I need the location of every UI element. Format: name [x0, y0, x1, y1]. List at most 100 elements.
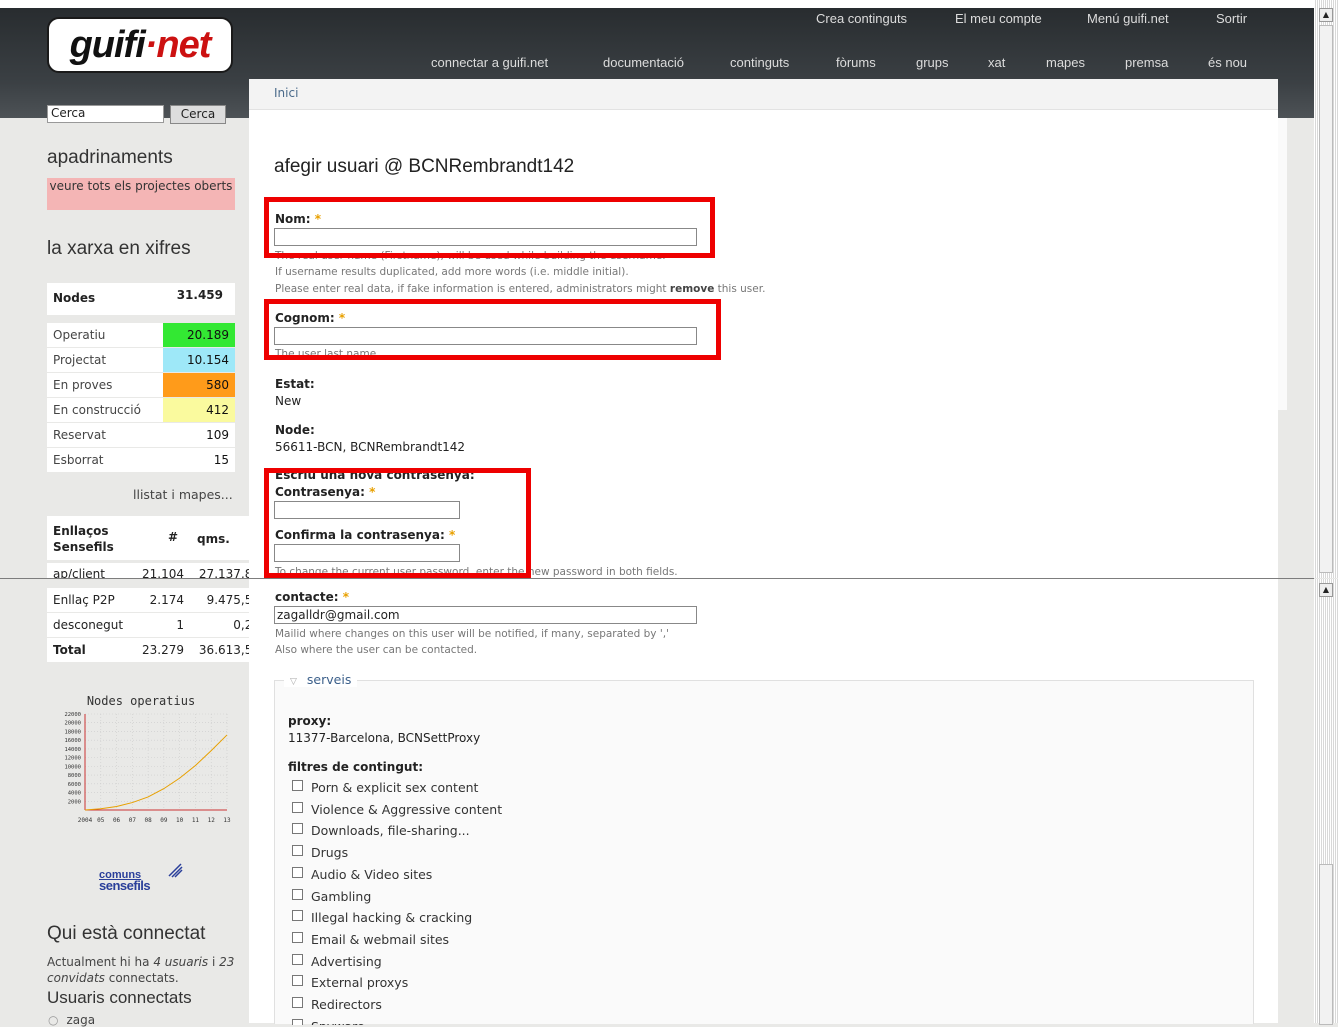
serveis-legend[interactable]: ▽ serveis	[284, 672, 358, 687]
checkbox-icon[interactable]	[292, 953, 303, 965]
xarxa-heading: la xarxa en xifres	[47, 238, 191, 259]
filter-checkbox[interactable]: Audio & Video sites	[292, 866, 432, 882]
checkbox-icon[interactable]	[292, 801, 303, 813]
nav-mapes[interactable]: mapes	[1046, 55, 1085, 70]
panel-edge	[1278, 118, 1287, 410]
filter-checkbox[interactable]: Porn & explicit sex content	[292, 780, 478, 795]
filter-label: External proxys	[311, 975, 409, 991]
filter-checkbox[interactable]: External proxys	[292, 975, 408, 990]
checkbox-icon[interactable]	[292, 780, 303, 791]
scrollbar-top[interactable]: ▲	[1314, 0, 1338, 578]
search-input[interactable]: Cerca	[47, 105, 164, 123]
links-row: Enllaç P2P 2.174 9.475,50	[47, 588, 262, 612]
filter-checkbox[interactable]: Downloads, file-sharing...	[292, 823, 470, 838]
connected-text-1: Actualment hi ha	[47, 955, 154, 969]
filtres-label: filtres de contingut:	[288, 760, 423, 774]
guifi-logo[interactable]: guifi·net	[47, 17, 233, 73]
chart-title: Nodes operatius	[86, 694, 196, 708]
node-stat-label: Esborrat	[53, 453, 104, 467]
nav-connectar[interactable]: connectar a guifi.net	[431, 55, 548, 70]
required-mark: *	[342, 590, 349, 604]
filter-checkbox[interactable]: Illegal hacking & cracking	[292, 910, 472, 925]
nom-help-3a: Please enter real data, if fake informat…	[275, 283, 670, 295]
chart-series-line	[84, 734, 228, 811]
checkbox-icon[interactable]	[292, 845, 303, 857]
filter-label: Illegal hacking & cracking	[311, 910, 473, 926]
checkbox-icon[interactable]	[292, 931, 303, 943]
serveis-legend-text: serveis	[306, 672, 352, 687]
links-row-count: 23.279	[142, 643, 184, 657]
scroll-thumb-top[interactable]	[1319, 25, 1333, 573]
filter-label: Violence & Aggressive content	[311, 801, 503, 817]
links-header: Enllaços Sensefils # qms.	[47, 516, 262, 560]
proxy-label: proxy:	[288, 714, 332, 728]
search-button[interactable]: Cerca	[170, 105, 226, 124]
links-header-label: Enllaços Sensefils	[53, 524, 114, 554]
scroll-thumb-bottom[interactable]	[1319, 864, 1333, 1025]
breadcrumb-inici[interactable]: Inici	[274, 86, 298, 100]
links-row-count: 2.174	[149, 593, 184, 607]
filter-checkbox[interactable]: Redirectors	[292, 997, 382, 1012]
checkbox-icon[interactable]	[292, 910, 303, 922]
scrollbar-bottom[interactable]: ▲	[1314, 579, 1338, 1025]
node-stat-label: En proves	[53, 378, 113, 392]
nav-documentacio[interactable]: documentació	[603, 55, 684, 70]
chart-y-tick: 8000	[68, 773, 81, 779]
nav-es-nou[interactable]: és nou	[1208, 55, 1247, 70]
links-row-label: desconegut	[53, 618, 124, 632]
chart-x-tick: 12	[208, 817, 216, 824]
node-stat-row: Operatiu 20.189	[47, 323, 235, 347]
filter-checkbox[interactable]: Drugs	[292, 845, 348, 860]
nav-forums[interactable]: fòrums	[836, 55, 876, 70]
checkbox-icon[interactable]	[292, 888, 303, 900]
link-menu-guifi[interactable]: Menú guifi.net	[1087, 11, 1169, 26]
checkbox-icon[interactable]	[292, 866, 303, 878]
chart-y-tick: 10000	[64, 764, 81, 770]
link-el-meu-compte[interactable]: El meu compte	[955, 11, 1042, 26]
page-title: afegir usuari @ BCNRembrandt142	[274, 156, 575, 177]
nom-help-3c: this user.	[714, 283, 766, 295]
checkbox-icon[interactable]	[292, 975, 303, 987]
nav-xat[interactable]: xat	[988, 55, 1005, 70]
scroll-up-arrow-icon[interactable]: ▲	[1319, 8, 1333, 22]
links-row-count: 1	[176, 618, 184, 632]
scroll-up-arrow-icon[interactable]: ▲	[1319, 583, 1333, 597]
chart-x-tick: 09	[160, 817, 168, 824]
links-row-label: Total	[53, 643, 86, 657]
chart-y-tick: 20000	[64, 721, 81, 727]
highlight-password	[264, 468, 531, 578]
link-crea-continguts[interactable]: Crea continguts	[816, 11, 907, 26]
collapse-triangle-icon: ▽	[290, 677, 297, 687]
connected-heading: Qui està connectat	[47, 923, 206, 944]
nav-grups[interactable]: grups	[916, 55, 949, 70]
node-stat-row: En proves 580	[47, 373, 235, 397]
contacte-input[interactable]: zagalldr@gmail.com	[274, 606, 697, 624]
checkbox-icon[interactable]	[292, 997, 303, 1008]
filter-label: Advertising	[311, 953, 382, 969]
chart-y-tick: 6000	[68, 782, 81, 788]
node-stat-row: Esborrat 15	[47, 448, 235, 472]
estat-label: Estat:	[275, 377, 315, 391]
filter-checkbox[interactable]: Advertising	[292, 953, 382, 969]
chart-x-tick: 05	[97, 817, 105, 824]
checkbox-icon[interactable]	[292, 1018, 303, 1025]
filter-label: Gambling	[311, 888, 372, 904]
nav-premsa[interactable]: premsa	[1125, 55, 1168, 70]
filter-checkbox[interactable]: Spyware	[292, 1018, 365, 1025]
node-label: Node:	[275, 423, 315, 437]
bullet-icon: ○	[48, 1013, 59, 1027]
comuns-sensefils-logo[interactable]: comuns sensefils	[97, 860, 187, 896]
nav-continguts[interactable]: continguts	[730, 55, 789, 70]
llistat-link[interactable]: llistat i mapes...	[133, 487, 233, 502]
usuaris-heading: Usuaris connectats	[47, 988, 192, 1007]
apadrinaments-link[interactable]: veure tots els projectes oberts	[47, 178, 235, 210]
node-value: 56611-BCN, BCNRembrandt142	[275, 440, 466, 454]
filter-checkbox[interactable]: Email & webmail sites	[292, 931, 449, 947]
links-row: Total 23.279 36.613,50	[47, 638, 262, 662]
link-sortir[interactable]: Sortir	[1216, 11, 1247, 26]
filter-label: Redirectors	[311, 997, 382, 1012]
filter-checkbox[interactable]: Violence & Aggressive content	[292, 801, 503, 817]
filter-checkbox[interactable]: Gambling	[292, 888, 372, 904]
usuari-item[interactable]: ○ zaga	[48, 1013, 95, 1027]
checkbox-icon[interactable]	[292, 823, 303, 835]
